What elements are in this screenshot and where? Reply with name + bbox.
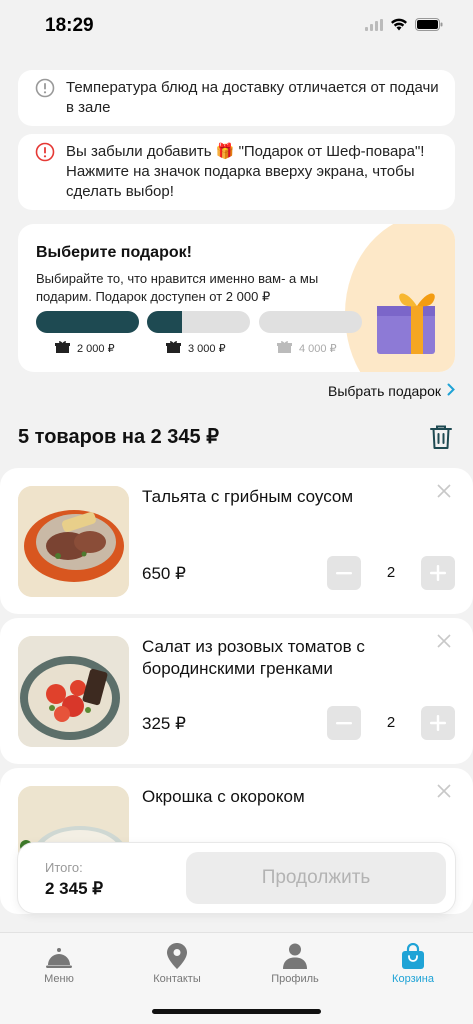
location-pin-icon: [127, 941, 227, 969]
remove-item-icon[interactable]: [437, 484, 451, 503]
tab-label: Корзина: [392, 973, 434, 985]
gift-progress-fill: [147, 311, 183, 333]
order-total-bar: Итого: 2 345 ₽ Продолжить: [18, 843, 455, 913]
shopping-bag-icon: [363, 941, 463, 969]
total-value: 2 345 ₽: [45, 879, 104, 898]
quantity-stepper: 2: [327, 556, 455, 590]
gift-description: Выбирайте то, что нравится именно вам- а…: [36, 271, 319, 304]
dish-price: 650 ₽: [142, 564, 186, 583]
continue-button[interactable]: Продолжить: [186, 852, 446, 904]
gift-box-illustration[interactable]: [375, 284, 439, 361]
gift-tier-amount: 3 000 ₽: [188, 343, 226, 355]
decrease-button[interactable]: [327, 556, 361, 590]
quantity-value: 2: [386, 564, 396, 581]
forgot-gift-notice: Вы забыли добавить 🎁 "Подарок от Шеф-пов…: [18, 134, 455, 210]
tab-profile[interactable]: Профиль: [245, 941, 345, 985]
dish-image: [18, 486, 129, 597]
tab-label: Меню: [44, 973, 74, 985]
trash-icon[interactable]: [429, 424, 453, 455]
gift-tier-1: 2 000 ₽: [55, 340, 115, 357]
gift-progress-bar-1: [36, 311, 139, 333]
gift-tier-3: 4 000 ₽: [277, 340, 337, 357]
increase-button[interactable]: [421, 556, 455, 590]
status-bar: 18:29: [0, 0, 473, 54]
cart-item: Салат из розовых томатов с бородинскими …: [0, 618, 473, 764]
chevron-right-icon: [447, 383, 455, 399]
wifi-icon: [390, 18, 408, 36]
gift-progress-bar-3: [259, 311, 362, 333]
gift-box-icon: [166, 340, 181, 357]
gift-title: Выберите подарок!: [36, 244, 192, 261]
quantity-stepper: 2: [327, 706, 455, 740]
gift-tier-amount: 4 000 ₽: [299, 343, 337, 355]
tab-menu[interactable]: Меню: [9, 941, 109, 985]
tab-contacts[interactable]: Контакты: [127, 941, 227, 985]
gift-tier-amount: 2 000 ₽: [77, 343, 115, 355]
increase-button[interactable]: [421, 706, 455, 740]
remove-item-icon[interactable]: [437, 784, 451, 803]
tab-cart[interactable]: Корзина: [363, 941, 463, 985]
status-icons: [365, 18, 443, 36]
alert-icon: [35, 142, 55, 162]
delivery-temperature-notice: Температура блюд на доставку отличается …: [18, 70, 455, 126]
total-label: Итого:: [45, 860, 83, 875]
dish-price: 325 ₽: [142, 714, 186, 733]
choose-gift-link[interactable]: Выбрать подарок: [328, 383, 455, 399]
quantity-value: 2: [386, 714, 396, 731]
dish-name: Салат из розовых томатов с бородинскими …: [142, 637, 365, 678]
home-indicator: [152, 1009, 321, 1014]
gift-selection-card[interactable]: Выберите подарок! Выбирайте то, что нрав…: [18, 224, 455, 372]
decrease-button[interactable]: [327, 706, 361, 740]
cart-summary: 5 товаров на 2 345 ₽: [18, 426, 219, 448]
cart-item: Тальята с грибным соусом 650 ₽ 2: [0, 468, 473, 614]
dish-name: Тальята с грибным соусом: [142, 487, 354, 506]
battery-icon: [415, 18, 443, 36]
notice-text: Температура блюд на доставку отличается …: [66, 79, 439, 116]
signal-icon: [365, 18, 383, 36]
gift-box-icon: [55, 340, 70, 357]
choose-gift-label: Выбрать подарок: [328, 383, 441, 399]
remove-item-icon[interactable]: [437, 634, 451, 653]
gift-progress-fill: [36, 311, 139, 333]
tab-label: Контакты: [153, 973, 201, 985]
cloche-icon: [9, 941, 109, 969]
tab-label: Профиль: [271, 973, 319, 985]
status-time: 18:29: [45, 15, 94, 36]
gift-tier-2: 3 000 ₽: [166, 340, 226, 357]
dish-image: [18, 636, 129, 747]
info-icon: [35, 78, 55, 98]
gift-box-icon: [277, 340, 292, 357]
notice-text: Вы забыли добавить 🎁 "Подарок от Шеф-пов…: [66, 143, 425, 200]
dish-name: Окрошка с окороком: [142, 787, 305, 806]
gift-progress-bar-2: [147, 311, 250, 333]
user-icon: [245, 941, 345, 969]
